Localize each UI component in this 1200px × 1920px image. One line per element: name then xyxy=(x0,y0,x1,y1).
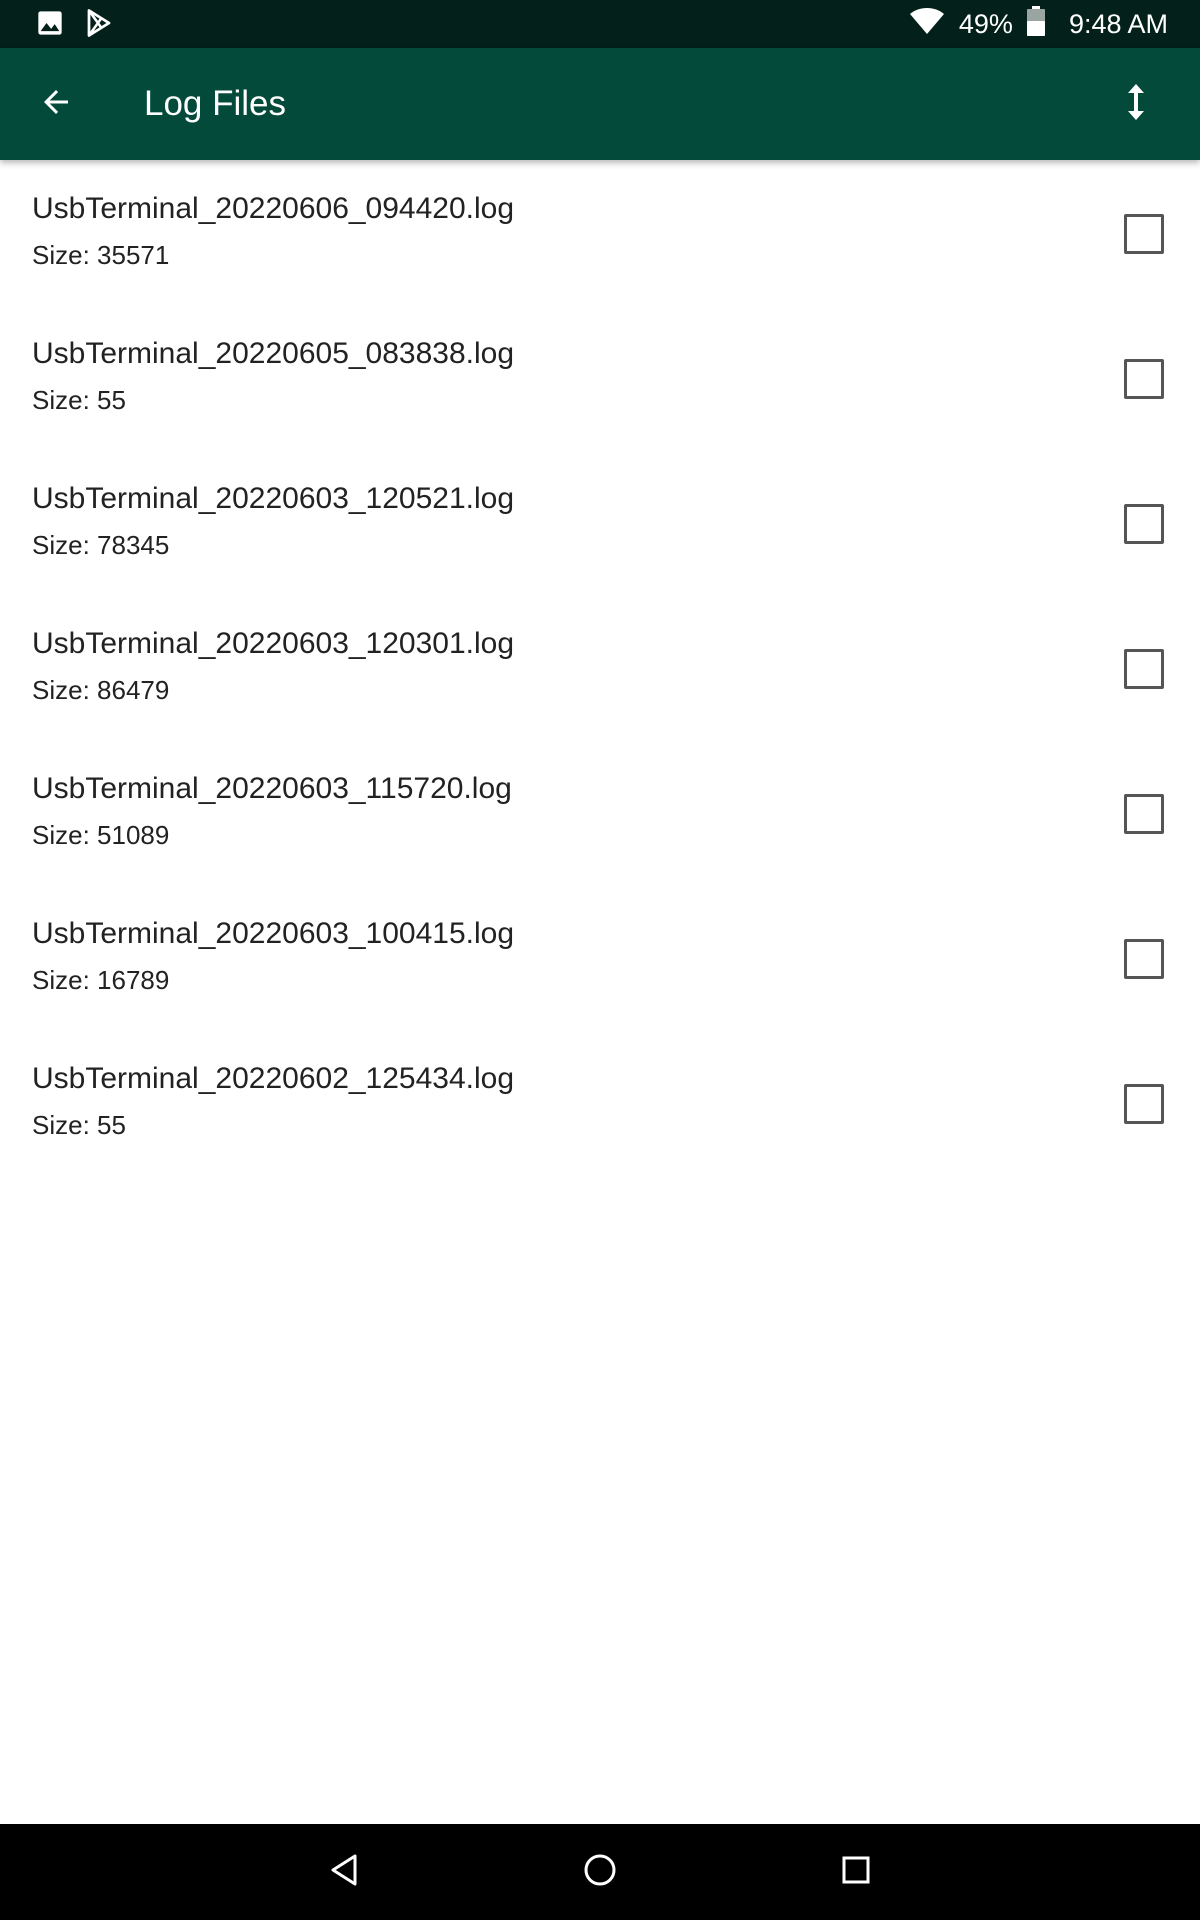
app-bar: Log Files xyxy=(0,48,1200,160)
notification-icons xyxy=(36,8,114,43)
wifi-icon xyxy=(909,7,945,42)
list-item[interactable]: UsbTerminal_20220603_100415.log Size: 16… xyxy=(0,885,1200,1030)
file-name: UsbTerminal_20220603_120301.log xyxy=(32,627,515,660)
list-item[interactable]: UsbTerminal_20220602_125434.log Size: 55 xyxy=(0,1030,1200,1175)
file-checkbox[interactable] xyxy=(1124,649,1164,689)
file-name: UsbTerminal_20220603_120521.log xyxy=(32,482,515,515)
nav-recents-button[interactable] xyxy=(824,1840,888,1904)
file-name: UsbTerminal_20220603_115720.log xyxy=(32,772,512,805)
file-size: Size: 55 xyxy=(32,385,126,415)
file-size: Size: 51089 xyxy=(32,820,170,850)
file-list: UsbTerminal_20220606_094420.log Size: 35… xyxy=(0,160,1200,1175)
file-name: UsbTerminal_20220603_100415.log xyxy=(32,917,515,950)
battery-percent: 49% xyxy=(958,8,1013,39)
status-bar: 49% 9:48 AM xyxy=(0,0,1200,48)
file-size: Size: 16789 xyxy=(32,965,170,995)
file-checkbox[interactable] xyxy=(1124,359,1164,399)
battery-icon xyxy=(1026,5,1045,43)
page-title: Log Files xyxy=(144,84,287,123)
system-status: 49% 9:48 AM xyxy=(909,0,1168,48)
list-item[interactable]: UsbTerminal_20220606_094420.log Size: 35… xyxy=(0,160,1200,305)
file-size: Size: 78345 xyxy=(32,530,170,560)
file-checkbox[interactable] xyxy=(1124,939,1164,979)
file-checkbox[interactable] xyxy=(1124,214,1164,254)
file-checkbox[interactable] xyxy=(1124,1084,1164,1124)
file-name: UsbTerminal_20220606_094420.log xyxy=(32,192,515,225)
file-size: Size: 86479 xyxy=(32,675,170,705)
list-item[interactable]: UsbTerminal_20220605_083838.log Size: 55 xyxy=(0,305,1200,450)
nav-back-icon xyxy=(329,1853,359,1892)
list-item[interactable]: UsbTerminal_20220603_120521.log Size: 78… xyxy=(0,450,1200,595)
file-checkbox[interactable] xyxy=(1124,504,1164,544)
navigation-bar xyxy=(0,1824,1200,1920)
nav-home-icon xyxy=(583,1853,617,1892)
nav-back-button[interactable] xyxy=(312,1840,376,1904)
clock: 9:48 AM xyxy=(1068,8,1168,39)
back-button[interactable] xyxy=(24,72,88,136)
image-notification-icon xyxy=(36,9,64,42)
play-store-icon xyxy=(84,8,114,43)
file-name: UsbTerminal_20220605_083838.log xyxy=(32,337,515,370)
list-item[interactable]: UsbTerminal_20220603_115720.log Size: 51… xyxy=(0,740,1200,885)
arrow-back-icon xyxy=(38,84,74,125)
file-size: Size: 55 xyxy=(32,1110,126,1140)
sort-button[interactable] xyxy=(1104,72,1168,136)
list-item[interactable]: UsbTerminal_20220603_120301.log Size: 86… xyxy=(0,595,1200,740)
file-checkbox[interactable] xyxy=(1124,794,1164,834)
file-size: Size: 35571 xyxy=(32,240,170,270)
nav-home-button[interactable] xyxy=(568,1840,632,1904)
file-name: UsbTerminal_20220602_125434.log xyxy=(32,1062,515,1095)
vertical-arrows-icon xyxy=(1124,82,1148,127)
nav-recents-icon xyxy=(841,1855,871,1890)
